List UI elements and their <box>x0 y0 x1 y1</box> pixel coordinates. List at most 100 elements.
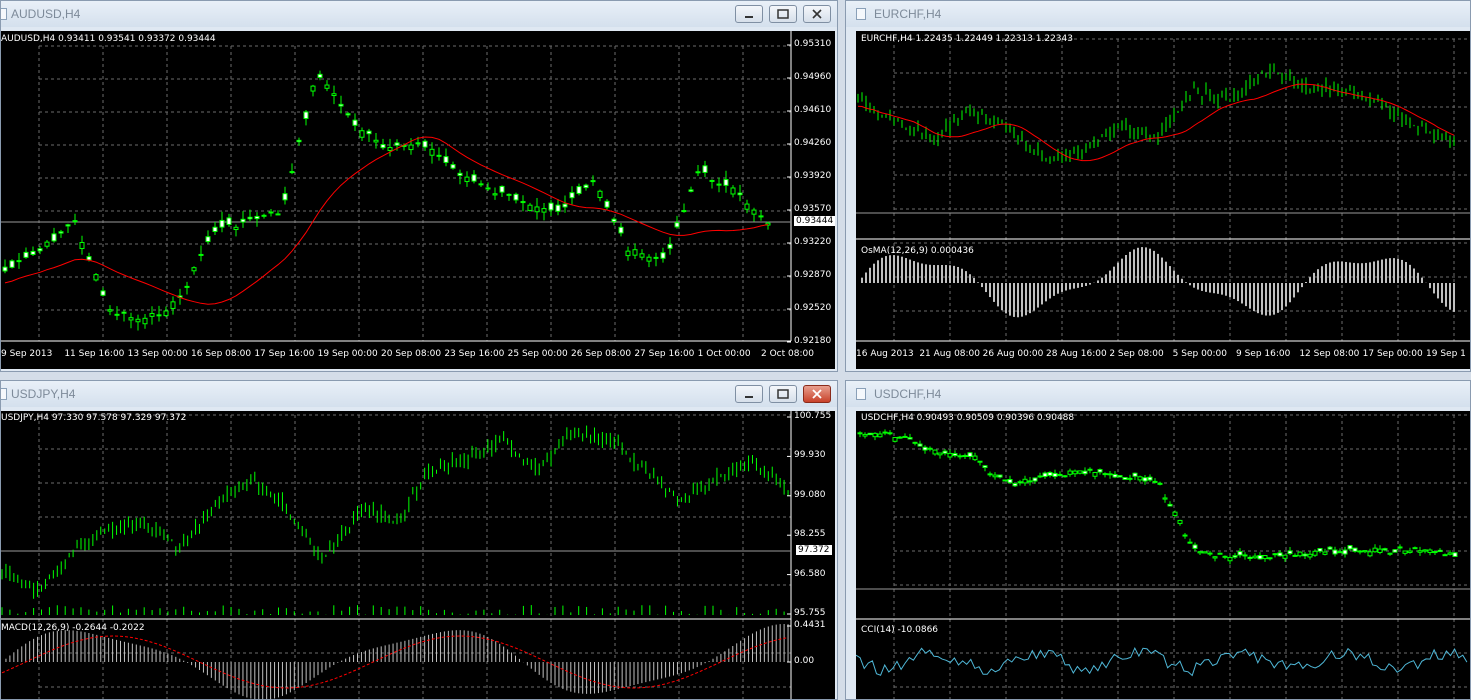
candle-body <box>569 192 575 199</box>
candle-body <box>688 189 694 192</box>
price-axis-label: 0.93220 <box>794 237 832 247</box>
usdchf-price-chart[interactable]: USDCHF,H4 0.90493 0.90509 0.90396 0.9048… <box>856 411 1470 699</box>
chart-info-label: USDJPY,H4 97.330 97.578 97.329 97.372 <box>1 413 187 423</box>
candle-body <box>352 119 358 126</box>
candle-body <box>1362 550 1368 553</box>
candle-body <box>415 142 421 145</box>
price-axis-label: 95.755 <box>794 608 826 618</box>
eurchf-price-chart[interactable]: EURCHF,H4 1.22435 1.22449 1.22313 1.2234… <box>856 31 1470 369</box>
candle-body <box>79 242 85 250</box>
candle-body <box>1027 480 1033 483</box>
candle-body <box>1172 511 1178 516</box>
candle-body <box>142 317 148 325</box>
candle-body <box>184 285 190 288</box>
candle-body <box>541 208 547 213</box>
candle-body <box>1247 556 1253 560</box>
candle-body <box>639 253 645 258</box>
minimize-button[interactable] <box>735 385 763 403</box>
candle-body <box>275 213 281 216</box>
candle-body <box>604 200 610 208</box>
candle-body <box>1282 554 1288 559</box>
candle-body <box>1242 554 1248 557</box>
candle-body <box>128 317 134 321</box>
chart-window-icon <box>1 8 7 20</box>
candle-body <box>1197 551 1203 554</box>
candle-body <box>576 186 582 194</box>
close-button[interactable] <box>803 5 831 23</box>
candle-body <box>1072 470 1078 475</box>
candle-body <box>1097 469 1103 473</box>
candle-body <box>1132 472 1138 477</box>
candle-body <box>632 249 638 256</box>
time-axis-label: 11 Sep 16:00 <box>64 349 125 359</box>
candle-body <box>972 455 978 461</box>
candle-body <box>198 253 204 256</box>
time-axis-label: 9 Sep 16:00 <box>1236 349 1291 359</box>
candle-body <box>730 187 736 195</box>
time-axis-label: 19 Sep 1 <box>1426 349 1466 359</box>
eurchf-titlebar[interactable]: EURCHF,H4 <box>846 1 1470 27</box>
candle-body <box>555 204 561 212</box>
time-axis-label: 25 Sep 00:00 <box>507 349 568 359</box>
usdchf-titlebar[interactable]: USDCHF,H4 <box>846 381 1470 407</box>
candle-body <box>1432 551 1438 554</box>
close-button[interactable] <box>803 385 831 403</box>
candle-body <box>387 147 393 151</box>
candle-body <box>646 256 652 262</box>
macd-indicator-label: MACD(12,26,9) -0.2644 -0.2022 <box>1 623 145 633</box>
audusd-price-chart[interactable]: AUDUSD,H4 0.93411 0.93541 0.93372 0.9344… <box>1 31 835 369</box>
price-axis-label: 0.95310 <box>794 39 832 49</box>
candle-body <box>897 436 903 439</box>
candle-body <box>1077 470 1083 474</box>
time-axis-label: 5 Sep 00:00 <box>1172 349 1228 359</box>
chart-info-label: AUDUSD,H4 0.93411 0.93541 0.93372 0.9344… <box>1 34 216 44</box>
candle-body <box>758 215 764 218</box>
price-axis-label: 96.580 <box>794 568 826 579</box>
candle-body <box>937 452 943 456</box>
minimize-button[interactable] <box>735 5 763 23</box>
candle-body <box>1442 554 1448 557</box>
candle-body <box>457 172 463 176</box>
candle-body <box>2 266 8 272</box>
candle-body <box>534 206 540 213</box>
maximize-button[interactable] <box>769 5 797 23</box>
candle-body <box>1042 472 1048 478</box>
eurchf-window[interactable]: EURCHF,H4 EURCHF,H4 1.22435 1.22449 1.22… <box>845 0 1471 372</box>
candle-body <box>226 217 232 225</box>
maximize-button[interactable] <box>769 385 797 403</box>
candle-body <box>114 313 120 316</box>
usdjpy-price-chart[interactable]: USDJPY,H4 97.330 97.578 97.329 97.372 97… <box>1 411 835 699</box>
candle-body <box>681 210 687 213</box>
candle-body <box>997 474 1003 478</box>
candle-body <box>65 224 71 227</box>
candle-body <box>987 473 993 476</box>
cci-indicator-label: CCI(14) -10.0866 <box>861 625 939 635</box>
candle-body <box>882 431 888 434</box>
chart-window-icon <box>856 388 866 400</box>
usdchf-window[interactable]: USDCHF,H4 USDCHF,H4 0.90493 0.90509 0.90… <box>845 380 1471 700</box>
audusd-window[interactable]: AUDUSD,H4 AUDUSD,H4 0.93411 0.93541 0.93… <box>0 0 838 372</box>
chart-window-icon <box>856 8 866 20</box>
time-axis-label: 21 Aug 08:00 <box>919 349 981 359</box>
candle-body <box>716 183 722 186</box>
candle-body <box>922 446 928 451</box>
candle-body <box>520 201 526 204</box>
candle-body <box>548 202 554 211</box>
candle-body <box>611 218 617 223</box>
candle-body <box>590 180 596 183</box>
candle-body <box>1217 552 1223 555</box>
usdjpy-titlebar[interactable]: USDJPY,H4 <box>1 381 837 407</box>
usdjpy-window[interactable]: USDJPY,H4 USDJPY,H4 97.330 97.578 97.329… <box>0 380 838 700</box>
price-axis-label: 0.93920 <box>794 171 832 181</box>
candle-body <box>1447 552 1453 555</box>
candle-body <box>962 455 968 458</box>
price-axis-label: 99.080 <box>794 489 826 500</box>
audusd-titlebar[interactable]: AUDUSD,H4 <box>1 1 837 27</box>
candle-body <box>303 111 309 120</box>
candle-body <box>660 252 666 259</box>
candle-body <box>653 256 659 259</box>
candle-body <box>485 187 491 190</box>
candle-body <box>867 432 873 436</box>
candle-body <box>992 474 998 478</box>
candle-body <box>957 455 963 458</box>
